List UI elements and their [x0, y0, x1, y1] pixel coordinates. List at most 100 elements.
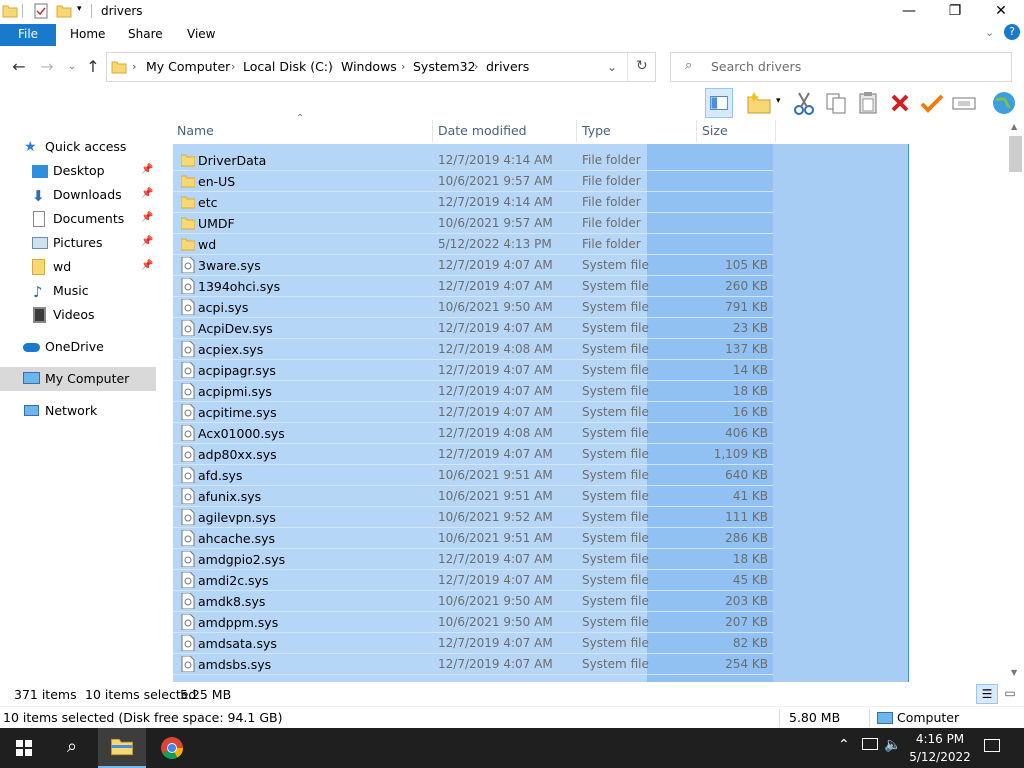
breadcrumb-local-disk[interactable]: Local Disk (C:)	[243, 53, 333, 81]
breadcrumb-separator[interactable]: ›	[401, 53, 405, 81]
cut-icon[interactable]	[790, 88, 818, 118]
breadcrumb-my-computer[interactable]: My Computer	[146, 53, 230, 81]
file-row[interactable]: ahcache.sys 10/6/2021 9:51 AM System file 2…	[173, 528, 773, 549]
details-view-icon[interactable]: ☰	[976, 684, 998, 704]
tab-home[interactable]: Home	[70, 24, 105, 46]
tab-file[interactable]: File	[0, 24, 56, 46]
column-header-size[interactable]: Size	[702, 120, 728, 142]
network-status-icon[interactable]	[862, 738, 878, 750]
file-row[interactable]: 3ware.sys 12/7/2019 4:07 AM System file 105…	[173, 255, 773, 276]
breadcrumb-system32[interactable]: System32	[413, 53, 476, 81]
column-header-type[interactable]: Type	[582, 120, 611, 142]
notification-icon[interactable]	[984, 739, 1000, 752]
preview-pane-button[interactable]	[705, 88, 733, 118]
breadcrumb-windows[interactable]: Windows	[341, 53, 397, 81]
customize-quick-access-icon[interactable]: ▾	[77, 4, 82, 14]
taskbar-file-explorer[interactable]	[98, 728, 146, 768]
file-row[interactable]: acpi.sys 10/6/2021 9:50 AM System file 791 …	[173, 297, 773, 318]
delete-icon[interactable]	[886, 88, 914, 118]
file-row[interactable]: acpipmi.sys 12/7/2019 4:07 AM System file 1…	[173, 381, 773, 402]
folder-row[interactable]: en-US 10/6/2021 9:57 AM File folder	[173, 171, 773, 192]
folder-row[interactable]: DriverData 12/7/2019 4:14 AM File folder	[173, 150, 773, 171]
search-placeholder[interactable]: Search drivers	[711, 53, 801, 81]
dropdown-arrow-icon[interactable]: ▾	[776, 96, 781, 106]
file-row[interactable]: AcpiDev.sys 12/7/2019 4:07 AM System file 2…	[173, 318, 773, 339]
tab-share[interactable]: Share	[128, 24, 163, 46]
pin-icon[interactable]: 📌	[141, 212, 153, 223]
nav-item-desktop[interactable]: Desktop 📌	[0, 160, 156, 182]
nav-item-documents[interactable]: Documents 📌	[0, 208, 156, 230]
file-row[interactable]: agilevpn.sys 10/6/2021 9:52 AM System file…	[173, 507, 773, 528]
breadcrumb-separator[interactable]: ›	[474, 53, 478, 81]
folder-row[interactable]: etc 12/7/2019 4:14 AM File folder	[173, 192, 773, 213]
file-row[interactable]: acpipagr.sys 12/7/2019 4:07 AM System file…	[173, 360, 773, 381]
nav-item-downloads[interactable]: ⬇ Downloads 📌	[0, 184, 156, 206]
file-row[interactable]: acpiex.sys 12/7/2019 4:08 AM System file 13…	[173, 339, 773, 360]
forward-arrow-icon[interactable]: →	[38, 56, 56, 78]
breadcrumb-separator[interactable]: ›	[329, 53, 333, 81]
file-row[interactable]: amdsbs.sys 12/7/2019 4:07 AM System file 25…	[173, 654, 773, 675]
recent-locations-icon[interactable]: ⌄	[63, 56, 81, 78]
copy-icon[interactable]	[822, 88, 850, 118]
breadcrumb-drivers[interactable]: drivers	[486, 53, 529, 81]
breadcrumb-separator[interactable]: ›	[231, 53, 235, 81]
file-row[interactable]: afunix.sys 10/6/2021 9:51 AM System file 41…	[173, 486, 773, 507]
column-divider[interactable]	[696, 120, 697, 142]
volume-icon[interactable]: 🔈	[884, 737, 901, 753]
column-header-name[interactable]: Name	[177, 120, 214, 142]
pin-icon[interactable]: 📌	[141, 164, 153, 175]
file-row[interactable]: acpitime.sys 12/7/2019 4:07 AM System file…	[173, 402, 773, 423]
taskbar-chrome[interactable]	[148, 728, 196, 768]
folder-row[interactable]: wd 5/12/2022 4:13 PM File folder	[173, 234, 773, 255]
vertical-scrollbar[interactable]: ▲ ▼	[1007, 120, 1024, 682]
checkmark-icon[interactable]	[918, 88, 946, 118]
file-row[interactable]: amdgpio2.sys 12/7/2019 4:07 AM System file…	[173, 549, 773, 570]
clock[interactable]: 4:16 PM 5/12/2022	[900, 730, 980, 766]
nav-item-wd[interactable]: wd 📌	[0, 256, 156, 278]
breadcrumb-separator[interactable]: ›	[132, 53, 136, 81]
new-folder-icon[interactable]	[744, 88, 772, 118]
pin-icon[interactable]: 📌	[141, 188, 153, 199]
tab-view[interactable]: View	[187, 24, 215, 46]
nav-item-pictures[interactable]: Pictures 📌	[0, 232, 156, 254]
new-folder-icon[interactable]	[56, 3, 72, 19]
pin-icon[interactable]: 📌	[141, 260, 153, 271]
up-arrow-icon[interactable]: ↑	[84, 56, 102, 78]
maximize-button[interactable]: ❐	[932, 0, 978, 24]
scrollbar-thumb[interactable]	[1009, 136, 1022, 172]
refresh-icon[interactable]: ↻	[636, 58, 648, 74]
file-row[interactable]: afd.sys 10/6/2021 9:51 AM System file 640 K…	[173, 465, 773, 486]
file-row[interactable]: amdk8.sys 10/6/2021 9:50 AM System file 203…	[173, 591, 773, 612]
column-divider[interactable]	[576, 120, 577, 142]
address-dropdown-icon[interactable]: ⌄	[607, 60, 617, 74]
file-row[interactable]: Acx01000.sys 12/7/2019 4:08 AM System file…	[173, 423, 773, 444]
column-header-date[interactable]: Date modified	[438, 120, 527, 142]
nav-item-videos[interactable]: Videos	[0, 304, 156, 326]
globe-icon[interactable]	[990, 88, 1018, 118]
expand-ribbon-icon[interactable]: ⌄	[985, 26, 994, 39]
pin-icon[interactable]: 📌	[141, 236, 153, 247]
scroll-down-icon[interactable]: ▼	[1011, 668, 1017, 677]
scroll-up-icon[interactable]: ▲	[1011, 122, 1017, 131]
rename-icon[interactable]	[950, 88, 978, 118]
close-button[interactable]: ✕	[978, 0, 1024, 24]
nav-onedrive[interactable]: OneDrive	[0, 336, 156, 358]
nav-my-computer[interactable]: My Computer	[0, 367, 156, 391]
properties-icon[interactable]	[33, 3, 49, 19]
search-icon[interactable]: ⌕	[48, 728, 96, 768]
file-row[interactable]: amdi2c.sys 12/7/2019 4:07 AM System file 45…	[173, 570, 773, 591]
nav-quick-access[interactable]: ★ Quick access	[0, 136, 156, 158]
start-button[interactable]	[0, 728, 48, 768]
paste-icon[interactable]	[854, 88, 882, 118]
column-divider[interactable]	[432, 120, 433, 142]
large-icons-view-icon[interactable]: ▭	[1000, 684, 1020, 704]
help-icon[interactable]: ?	[1004, 24, 1020, 40]
search-box[interactable]: ⌕ Search drivers	[670, 52, 1012, 82]
back-arrow-icon[interactable]: ←	[10, 56, 28, 78]
file-row[interactable]: amdppm.sys 10/6/2021 9:50 AM System file 20…	[173, 612, 773, 633]
folder-row[interactable]: UMDF 10/6/2021 9:57 AM File folder	[173, 213, 773, 234]
file-row[interactable]: adp80xx.sys 12/7/2019 4:07 AM System file 1…	[173, 444, 773, 465]
address-bar[interactable]: › My Computer › Local Disk (C:) › Window…	[106, 52, 656, 82]
nav-item-music[interactable]: ♪ Music	[0, 280, 156, 302]
nav-network[interactable]: Network	[0, 400, 156, 422]
